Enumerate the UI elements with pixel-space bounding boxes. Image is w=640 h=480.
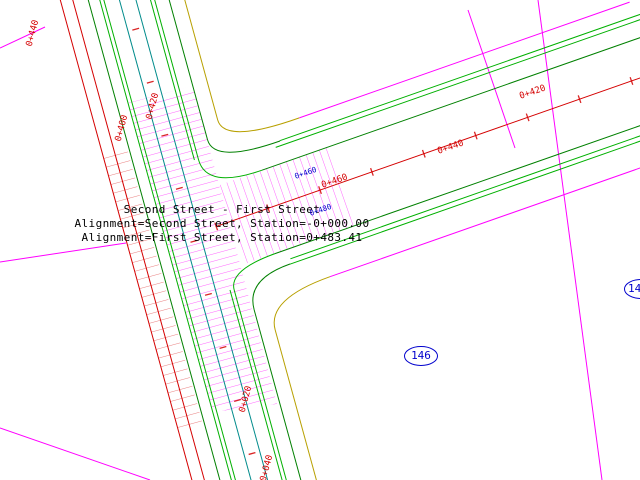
row-return-arc — [273, 276, 331, 331]
corridor-hatching — [102, 86, 358, 432]
parcel-line — [0, 242, 127, 263]
intersection-annotation: Second Street - First Street Alignment=S… — [55, 203, 389, 245]
parcel-line — [537, 0, 603, 480]
alignment-station-first-street: Alignment=First Street, Station=0+483.41 — [81, 231, 363, 244]
row-line-yellow — [274, 329, 317, 480]
intersection-annotation-title: Second Street - First Street — [123, 203, 321, 216]
alignment-station-second-street: Alignment=Second Street, Station=-0+000.… — [74, 217, 370, 230]
curb-line — [275, 19, 640, 148]
parcel-number-146: 146 — [411, 349, 431, 362]
parcel-line — [467, 9, 516, 149]
curb-return-arc — [252, 263, 291, 311]
parcel-line — [0, 427, 151, 480]
cad-drawing-viewport[interactable]: Second Street - First Street Alignment=S… — [0, 0, 640, 480]
row-return-arc — [217, 117, 300, 133]
curb-return-arc — [207, 139, 281, 153]
parcel-number-clipped: 14 — [628, 282, 640, 295]
curb-line — [279, 13, 640, 142]
